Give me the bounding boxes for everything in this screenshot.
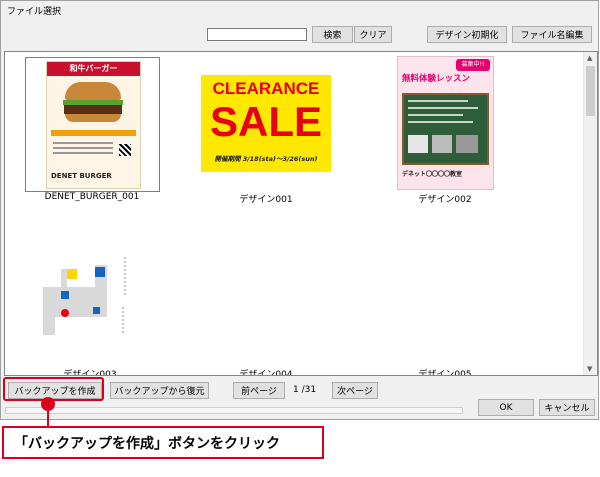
burger-flyer: 和牛バーガー DENET BURGER — [46, 61, 141, 189]
scrollbar-thumb[interactable] — [586, 66, 595, 116]
lesson-badge: 募集中!! — [456, 59, 490, 71]
restore-backup-button[interactable]: バックアップから復元 — [110, 382, 209, 399]
search-button[interactable]: 検索 — [312, 26, 353, 43]
caption-2: デザイン001 — [239, 195, 293, 205]
callout-dot-icon — [41, 397, 55, 411]
thumbnail-lesson[interactable]: 募集中!! 無料体験レッスン デネット〇〇〇〇教室 — [397, 56, 494, 190]
thumbnail-sale[interactable]: CLEARANCE SALE 開催期間 3/18(sta)〜3/26(sun) — [201, 75, 331, 172]
caption-6: デザイン005 — [418, 370, 472, 376]
thumbnail-pane: 和牛バーガー DENET BURGER DENET_BURGER_001 CLE… — [4, 51, 598, 376]
progress-bar — [5, 407, 463, 414]
caption-1: DENET_BURGER_001 — [44, 192, 140, 202]
file-select-dialog: ファイル選択 検索 クリア デザイン初期化 ファイル名編集 和牛バーガー DEN… — [0, 0, 599, 420]
burger-brand: DENET BURGER — [51, 172, 112, 180]
window-title: ファイル選択 — [7, 7, 62, 17]
burger-headline: 和牛バーガー — [47, 62, 140, 76]
ok-button[interactable]: OK — [478, 399, 534, 416]
lesson-headline: 無料体験レッスン — [402, 74, 471, 84]
sale-line2: SALE — [209, 98, 322, 145]
caption-5: デザイン004 — [239, 370, 293, 376]
map-image — [35, 257, 135, 337]
cancel-button[interactable]: キャンセル — [539, 399, 595, 416]
highlight-frame — [3, 377, 104, 401]
prev-page-button[interactable]: 前ページ — [233, 382, 285, 399]
sale-line1: CLEARANCE — [212, 79, 320, 98]
instruction-text: 「バックアップを作成」ボタンをクリック — [14, 435, 280, 452]
scroll-down-icon[interactable]: ▼ — [587, 365, 592, 373]
clear-button[interactable]: クリア — [354, 26, 392, 43]
page-indicator: 1 /31 — [293, 385, 317, 395]
reset-design-button[interactable]: デザイン初期化 — [427, 26, 507, 43]
thumbnail-map[interactable] — [35, 257, 135, 337]
scroll-up-icon[interactable]: ▲ — [587, 54, 592, 62]
caption-3: デザイン002 — [418, 195, 472, 205]
next-page-button[interactable]: 次ページ — [332, 382, 378, 399]
instruction-callout: 「バックアップを作成」ボタンをクリック — [2, 426, 324, 459]
qr-code-icon — [119, 144, 131, 156]
thumbnail-burger[interactable]: 和牛バーガー DENET BURGER — [25, 57, 160, 192]
lesson-footer: デネット〇〇〇〇教室 — [402, 171, 463, 178]
search-input[interactable] — [207, 28, 307, 41]
vertical-scrollbar[interactable]: ▲ ▼ — [583, 52, 597, 375]
burger-image — [61, 82, 125, 126]
sale-line3: 開催期間 3/18(sta)〜3/26(sun) — [214, 155, 318, 163]
caption-4: デザイン003 — [63, 370, 117, 376]
callout-line — [47, 410, 49, 426]
chalkboard — [402, 93, 489, 165]
rename-file-button[interactable]: ファイル名編集 — [512, 26, 592, 43]
